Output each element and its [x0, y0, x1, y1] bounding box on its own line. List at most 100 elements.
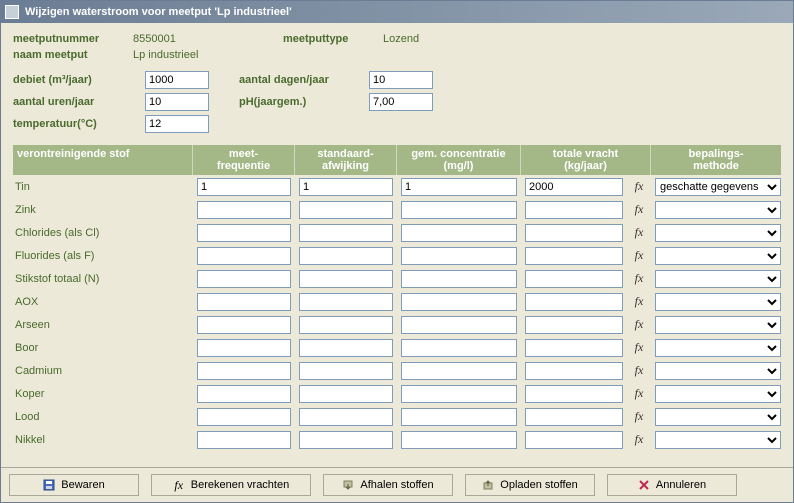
fx-button[interactable]: fx	[627, 271, 651, 286]
conc-input[interactable]	[401, 408, 517, 426]
afhalen-button[interactable]: Afhalen stoffen	[323, 474, 453, 496]
table-row: Boorfxgeschatte gegevens	[13, 336, 781, 359]
freq-input[interactable]	[197, 339, 291, 357]
fx-button[interactable]: fx	[627, 248, 651, 263]
conc-input[interactable]	[401, 247, 517, 265]
freq-input[interactable]	[197, 408, 291, 426]
conc-input[interactable]	[401, 178, 517, 196]
conc-input[interactable]	[401, 224, 517, 242]
afhalen-label: Afhalen stoffen	[360, 479, 433, 491]
fx-button[interactable]: fx	[627, 340, 651, 355]
freq-input[interactable]	[197, 316, 291, 334]
methode-select[interactable]: geschatte gegevens	[655, 385, 781, 403]
stof-label: Zink	[13, 204, 193, 216]
fx-button[interactable]: fx	[627, 225, 651, 240]
methode-select[interactable]: geschatte gegevens	[655, 201, 781, 219]
vracht-input[interactable]	[525, 431, 623, 449]
fx-button[interactable]: fx	[627, 432, 651, 447]
conc-input[interactable]	[401, 270, 517, 288]
afw-input[interactable]	[299, 431, 393, 449]
freq-input[interactable]	[197, 293, 291, 311]
freq-input[interactable]	[197, 247, 291, 265]
annuleren-button[interactable]: Annuleren	[607, 474, 737, 496]
afw-input[interactable]	[299, 224, 393, 242]
afw-input[interactable]	[299, 178, 393, 196]
vracht-input[interactable]	[525, 224, 623, 242]
vracht-input[interactable]	[525, 362, 623, 380]
afw-input[interactable]	[299, 339, 393, 357]
opladen-button[interactable]: Opladen stoffen	[465, 474, 595, 496]
fx-button[interactable]: fx	[627, 202, 651, 217]
vracht-input[interactable]	[525, 408, 623, 426]
freq-input[interactable]	[197, 431, 291, 449]
methode-select[interactable]: geschatte gegevens	[655, 316, 781, 334]
conc-input[interactable]	[401, 431, 517, 449]
afw-input[interactable]	[299, 362, 393, 380]
afw-input[interactable]	[299, 293, 393, 311]
vracht-input[interactable]	[525, 201, 623, 219]
col-header-afw: standaard- afwijking	[295, 145, 397, 175]
freq-input[interactable]	[197, 270, 291, 288]
meta-row-2: naam meetput Lp industrieel	[13, 49, 781, 61]
freq-input[interactable]	[197, 362, 291, 380]
methode-select[interactable]: geschatte gegevens	[655, 431, 781, 449]
freq-input[interactable]	[197, 385, 291, 403]
conc-input[interactable]	[401, 293, 517, 311]
methode-select[interactable]: geschatte gegevens	[655, 178, 781, 196]
vracht-input[interactable]	[525, 316, 623, 334]
vracht-input[interactable]	[525, 270, 623, 288]
input-aantal-dagen[interactable]	[369, 71, 433, 89]
input-debiet[interactable]	[145, 71, 209, 89]
stof-label: Cadmium	[13, 365, 193, 377]
methode-select[interactable]: geschatte gegevens	[655, 270, 781, 288]
vracht-input[interactable]	[525, 247, 623, 265]
fx-icon: fx	[173, 479, 185, 491]
table-row: Zink fx geschatte gegevens	[13, 198, 781, 221]
methode-select[interactable]: geschatte gegevens	[655, 362, 781, 380]
afw-input[interactable]	[299, 385, 393, 403]
fx-button[interactable]: fx	[627, 317, 651, 332]
label-debiet: debiet (m³/jaar)	[13, 74, 145, 86]
afw-input[interactable]	[299, 316, 393, 334]
vracht-input[interactable]	[525, 339, 623, 357]
fx-button[interactable]: fx	[627, 179, 651, 194]
methode-select[interactable]: geschatte gegevens	[655, 247, 781, 265]
input-temperatuur[interactable]	[145, 115, 209, 133]
vracht-input[interactable]	[525, 293, 623, 311]
methode-select[interactable]: geschatte gegevens	[655, 293, 781, 311]
fx-button[interactable]: fx	[627, 386, 651, 401]
value-meetputtype: Lozend	[383, 33, 503, 45]
afw-input[interactable]	[299, 201, 393, 219]
vracht-input[interactable]	[525, 385, 623, 403]
conc-input[interactable]	[401, 316, 517, 334]
methode-select[interactable]: geschatte gegevens	[655, 408, 781, 426]
table-row: Koperfxgeschatte gegevens	[13, 382, 781, 405]
col-header-vracht: totale vracht (kg/jaar)	[521, 145, 651, 175]
label-meetputnummer: meetputnummer	[13, 33, 133, 45]
afw-input[interactable]	[299, 247, 393, 265]
titlebar[interactable]: Wijzigen waterstroom voor meetput 'Lp in…	[1, 1, 793, 23]
input-aantal-uren[interactable]	[145, 93, 209, 111]
afw-input[interactable]	[299, 408, 393, 426]
methode-select[interactable]: geschatte gegevens	[655, 339, 781, 357]
afw-input[interactable]	[299, 270, 393, 288]
conc-input[interactable]	[401, 339, 517, 357]
input-ph[interactable]	[369, 93, 433, 111]
methode-select[interactable]: geschatte gegevens	[655, 224, 781, 242]
vracht-input[interactable]	[525, 178, 623, 196]
fx-button[interactable]: fx	[627, 294, 651, 309]
annuleren-label: Annuleren	[656, 479, 706, 491]
freq-input[interactable]	[197, 201, 291, 219]
conc-input[interactable]	[401, 201, 517, 219]
conc-input[interactable]	[401, 385, 517, 403]
conc-input[interactable]	[401, 362, 517, 380]
fx-button[interactable]: fx	[627, 409, 651, 424]
label-aantal-uren: aantal uren/jaar	[13, 96, 145, 108]
berekenen-button[interactable]: fx Berekenen vrachten	[151, 474, 311, 496]
stof-label: Arseen	[13, 319, 193, 331]
bewaren-button[interactable]: Bewaren	[9, 474, 139, 496]
footer-buttons: Bewaren fx Berekenen vrachten Afhalen st…	[1, 467, 793, 502]
freq-input[interactable]	[197, 178, 291, 196]
freq-input[interactable]	[197, 224, 291, 242]
fx-button[interactable]: fx	[627, 363, 651, 378]
